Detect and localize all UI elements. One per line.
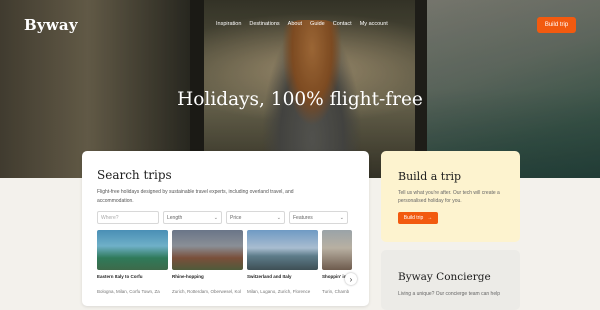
trip-stops: Zurich, Rotterdam, Oberwesel, Kol <box>172 289 242 294</box>
search-trips-description: Flight-free holidays designed by sustain… <box>97 189 294 204</box>
price-select[interactable]: Price ⌄ <box>226 211 285 224</box>
chevron-down-icon: ⌄ <box>213 214 218 221</box>
price-select-label: Price <box>230 214 242 221</box>
concierge-title: Byway Concierge <box>398 271 491 283</box>
chevron-down-icon: ⌄ <box>276 214 281 221</box>
trip-image <box>172 230 243 270</box>
build-trip-button[interactable]: Build trip → <box>398 212 438 224</box>
hero-title: Holidays, 100% flight-free <box>177 89 423 110</box>
trip-name: Eastern Italy to Corfu <box>97 274 143 279</box>
features-select-label: Features <box>293 214 313 221</box>
search-trips-card: Search trips Flight-free holidays design… <box>82 151 369 306</box>
chevron-down-icon: ⌄ <box>339 214 344 221</box>
arrow-right-icon: → <box>427 215 433 221</box>
trip-image <box>247 230 318 270</box>
nav-my-account[interactable]: My account <box>360 21 388 27</box>
trip-name: Switzerland and Italy <box>247 274 292 279</box>
nav-about[interactable]: About <box>288 21 302 27</box>
build-trip-title: Build a trip <box>398 170 462 183</box>
search-filters: Where? Length ⌄ Price ⌄ Features ⌄ <box>97 211 348 224</box>
nav-destinations[interactable]: Destinations <box>249 21 279 27</box>
trip-stops: Milan, Lugano, Zurich, Florence <box>247 289 311 294</box>
build-trip-card: Build a trip Tell us what you're after. … <box>381 151 520 242</box>
trip-name: Rhine-hopping <box>172 274 204 279</box>
where-input[interactable]: Where? <box>97 211 159 224</box>
trip-carousel: Eastern Italy to Corfu Bologna, Milan, C… <box>97 230 352 294</box>
trip-card[interactable]: Rhine-hopping Zurich, Rotterdam, Oberwes… <box>172 230 243 294</box>
concierge-card: Byway Concierge Living a unique? Our con… <box>381 250 520 310</box>
trip-image <box>322 230 352 270</box>
byway-logo[interactable]: Byway <box>24 16 78 34</box>
nav-contact[interactable]: Contact <box>333 21 352 27</box>
carousel-next-button[interactable]: › <box>345 273 357 285</box>
main-nav: Inspiration Destinations About Guide Con… <box>216 21 388 27</box>
header-build-trip-button[interactable]: Build trip <box>537 17 576 33</box>
trip-stops: Bologna, Milan, Corfu Town, Za <box>97 289 160 294</box>
nav-guide[interactable]: Guide <box>310 21 325 27</box>
concierge-description: Living a unique? Our concierge team can … <box>398 291 501 297</box>
nav-inspiration[interactable]: Inspiration <box>216 21 241 27</box>
chevron-right-icon: › <box>349 274 353 284</box>
trip-image <box>97 230 168 270</box>
trip-card[interactable]: Switzerland and Italy Milan, Lugano, Zur… <box>247 230 318 294</box>
length-select[interactable]: Length ⌄ <box>163 211 222 224</box>
where-input-placeholder: Where? <box>101 214 119 221</box>
build-trip-button-label: Build trip <box>403 215 424 221</box>
features-select[interactable]: Features ⌄ <box>289 211 348 224</box>
trip-stops: Turin, Chamb <box>322 289 350 294</box>
build-trip-description: Tell us what you're after. Our tech will… <box>398 190 500 204</box>
search-trips-title: Search trips <box>97 168 172 182</box>
length-select-label: Length <box>167 214 183 221</box>
trip-card[interactable]: Eastern Italy to Corfu Bologna, Milan, C… <box>97 230 168 294</box>
